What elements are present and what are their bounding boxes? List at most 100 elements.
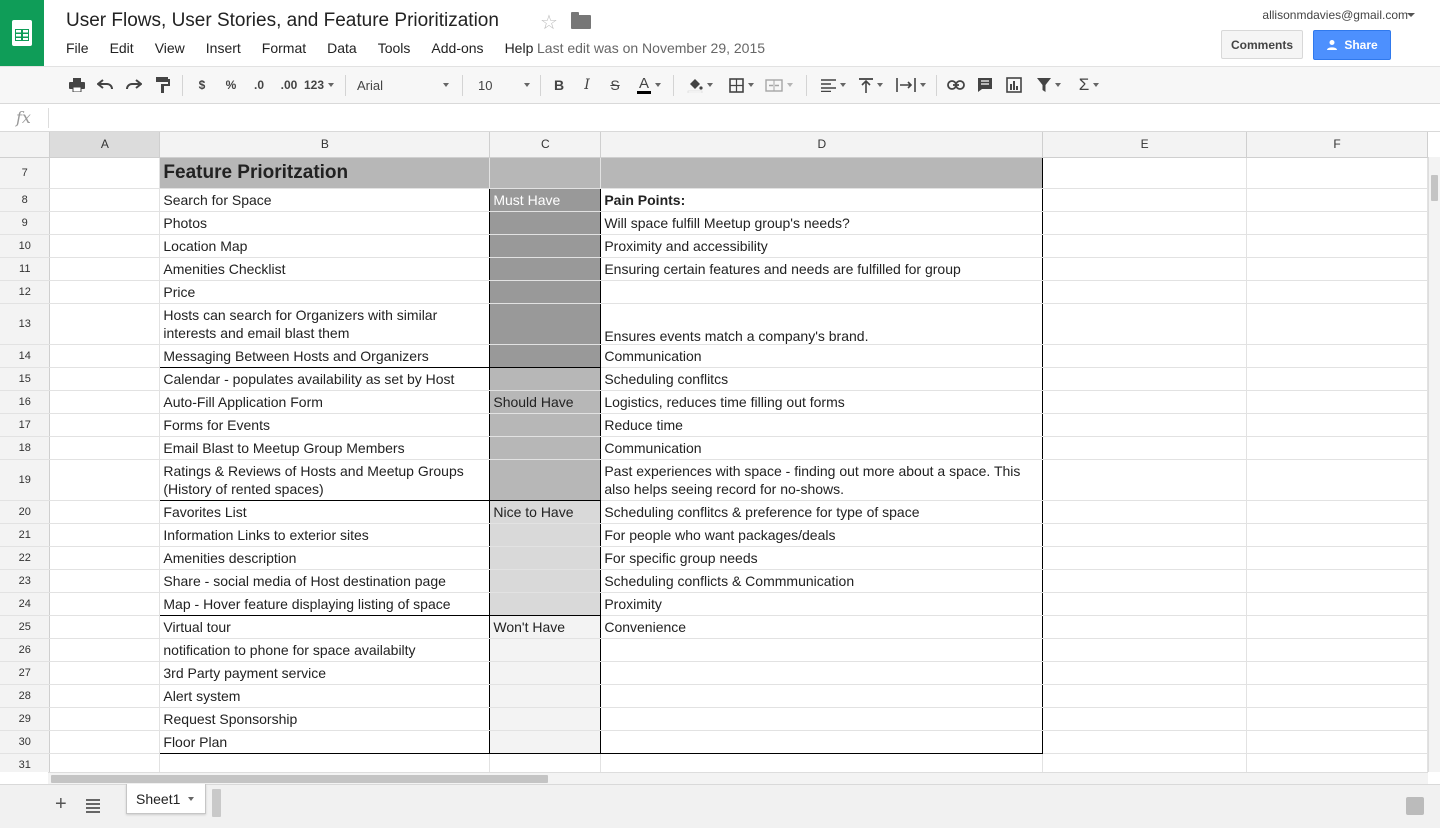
functions-button[interactable]: Σ [1072, 67, 1106, 103]
row-header[interactable]: 15 [0, 367, 51, 391]
cell[interactable] [489, 436, 602, 460]
cell[interactable]: Won't Have [489, 615, 602, 639]
cell[interactable] [49, 500, 161, 524]
cell[interactable]: Feature Prioritzation [159, 156, 491, 189]
cell[interactable] [49, 661, 161, 685]
cell[interactable] [49, 188, 161, 212]
cell[interactable] [1246, 157, 1428, 189]
cell[interactable] [489, 459, 602, 501]
cell[interactable]: Past experiences with space - finding ou… [600, 459, 1044, 501]
cell[interactable]: Map - Hover feature displaying listing o… [159, 592, 491, 616]
cell[interactable] [49, 684, 161, 708]
spreadsheet-grid[interactable]: A B C D E F 7 Feature Prioritzation 8 Se… [0, 132, 1428, 772]
cell[interactable] [1246, 188, 1428, 212]
cell[interactable] [1246, 367, 1428, 391]
column-header-f[interactable]: F [1246, 132, 1428, 158]
cell[interactable]: Price [159, 280, 491, 304]
horizontal-scrollbar-thumb[interactable] [51, 775, 548, 783]
cell[interactable]: Calendar - populates availability as set… [159, 367, 491, 391]
cell[interactable]: Request Sponsorship [159, 707, 491, 731]
cell[interactable] [1042, 638, 1248, 662]
cell[interactable]: For specific group needs [600, 546, 1044, 570]
fill-color-button[interactable] [683, 67, 717, 103]
cell[interactable] [600, 707, 1044, 731]
cell[interactable] [1042, 390, 1248, 414]
cell[interactable] [49, 523, 161, 547]
cell[interactable] [489, 569, 602, 593]
cell[interactable] [1042, 753, 1248, 772]
cell[interactable]: Virtual tour [159, 615, 491, 639]
cell[interactable] [600, 730, 1044, 754]
row-header[interactable]: 26 [0, 638, 51, 662]
cell[interactable]: Amenities Checklist [159, 257, 491, 281]
cell[interactable] [49, 367, 161, 391]
strikethrough-button[interactable]: S [607, 67, 623, 103]
cell[interactable]: Ensuring certain features and needs are … [600, 257, 1044, 281]
cell[interactable] [1042, 234, 1248, 258]
cell[interactable] [489, 280, 602, 304]
row-header[interactable]: 24 [0, 592, 51, 616]
cell[interactable] [1042, 459, 1248, 501]
row-header[interactable]: 30 [0, 730, 51, 754]
cell[interactable] [1246, 390, 1428, 414]
column-header-b[interactable]: B [159, 132, 491, 158]
cell[interactable] [600, 684, 1044, 708]
cell[interactable] [1042, 436, 1248, 460]
cell[interactable] [49, 280, 161, 304]
cell[interactable] [49, 257, 161, 281]
cell[interactable] [49, 753, 161, 772]
cell[interactable] [1042, 523, 1248, 547]
menu-data[interactable]: Data [327, 40, 357, 56]
cell[interactable] [1246, 684, 1428, 708]
cell[interactable] [1246, 436, 1428, 460]
row-header[interactable]: 31 [0, 753, 51, 772]
folder-icon[interactable] [571, 12, 591, 29]
cell[interactable]: Will space fulfill Meetup group's needs? [600, 211, 1044, 235]
cell[interactable] [1246, 459, 1428, 501]
cell[interactable] [489, 753, 602, 772]
cell[interactable] [1246, 753, 1428, 772]
cell[interactable] [1246, 523, 1428, 547]
cell[interactable] [1246, 661, 1428, 685]
cell[interactable] [49, 303, 161, 345]
row-header[interactable]: 9 [0, 211, 51, 235]
column-header-a[interactable]: A [49, 132, 161, 158]
cell[interactable] [1246, 344, 1428, 368]
percent-format-button[interactable]: % [222, 67, 240, 103]
cell[interactable] [1042, 257, 1248, 281]
cell[interactable]: Search for Space [159, 188, 491, 212]
cell[interactable] [49, 390, 161, 414]
cell[interactable] [49, 638, 161, 662]
cell[interactable] [489, 523, 602, 547]
cell[interactable] [489, 730, 602, 754]
cell[interactable]: Hosts can search for Organizers with sim… [159, 303, 491, 345]
filter-button[interactable] [1030, 67, 1068, 103]
column-header-e[interactable]: E [1042, 132, 1248, 158]
row-header[interactable]: 12 [0, 280, 51, 304]
cell[interactable] [489, 344, 602, 368]
text-wrap-button[interactable] [892, 67, 930, 103]
increase-decimals-button[interactable]: .00 [276, 67, 302, 103]
cell[interactable] [489, 638, 602, 662]
row-header[interactable]: 7 [0, 157, 51, 189]
cell[interactable] [489, 661, 602, 685]
cell[interactable]: Proximity and accessibility [600, 234, 1044, 258]
cell[interactable]: Scheduling conflicts & Commmunication [600, 569, 1044, 593]
cell[interactable] [159, 753, 491, 772]
menu-help[interactable]: Help [505, 40, 534, 56]
cell[interactable]: Share - social media of Host destination… [159, 569, 491, 593]
row-header[interactable]: 20 [0, 500, 51, 524]
cell[interactable]: For people who want packages/deals [600, 523, 1044, 547]
cell[interactable] [1246, 546, 1428, 570]
bold-button[interactable]: B [551, 67, 567, 103]
cell[interactable] [1042, 303, 1248, 345]
column-header-c[interactable]: C [489, 132, 602, 158]
cell[interactable] [489, 367, 602, 391]
cell[interactable]: Communication [600, 344, 1044, 368]
cell[interactable]: Convenience [600, 615, 1044, 639]
row-header[interactable]: 29 [0, 707, 51, 731]
cell[interactable] [49, 344, 161, 368]
cell[interactable]: Reduce time [600, 413, 1044, 437]
last-edit-link[interactable]: Last edit was on November 29, 2015 [537, 40, 765, 56]
document-title[interactable]: User Flows, User Stories, and Feature Pr… [66, 10, 499, 32]
